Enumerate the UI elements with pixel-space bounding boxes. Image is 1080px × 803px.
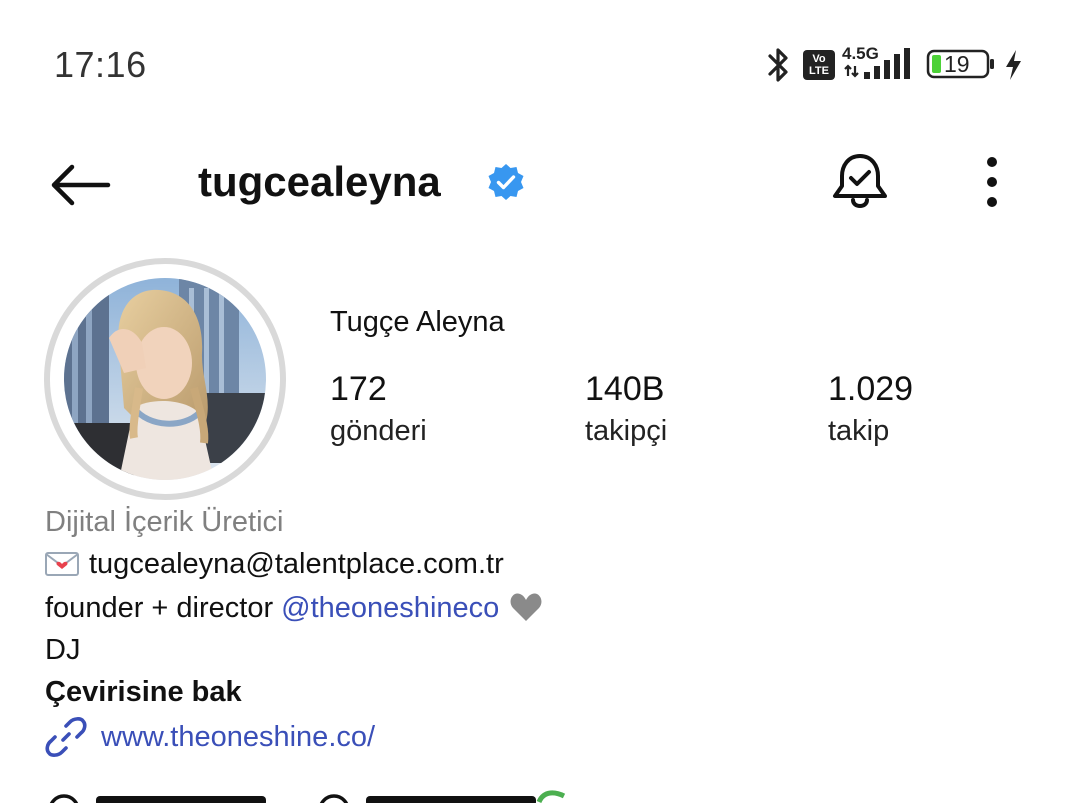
bio-email[interactable]: tugcealeyna@talentplace.com.tr — [89, 548, 504, 580]
love-letter-icon — [45, 552, 79, 576]
volte-icon: Vo LTE — [803, 50, 835, 80]
linked-accounts-row-cut — [44, 790, 644, 803]
profile-avatar[interactable] — [64, 278, 266, 480]
bluetooth-icon — [768, 48, 788, 82]
more-vertical-icon — [987, 157, 997, 207]
bio-founder-line: founder + director @theoneshineco — [45, 591, 543, 625]
bio-line-dj: DJ — [45, 634, 81, 666]
status-time: 17:16 — [54, 44, 147, 85]
website-link-row[interactable]: www.theoneshine.co/ — [45, 716, 375, 758]
see-translation-button[interactable]: Çevirisine bak — [45, 676, 242, 709]
bio-email-line: tugcealeyna@talentplace.com.tr — [45, 548, 504, 581]
stat-following-value: 1.029 — [828, 370, 914, 408]
profile-category: Dijital İçerik Üretici — [45, 506, 284, 538]
bio-founder-text: founder + director — [45, 592, 274, 624]
bio-mention-link[interactable]: @theoneshineco — [281, 592, 499, 624]
stat-posts[interactable]: 172 gönderi — [330, 370, 427, 448]
back-arrow-icon — [51, 164, 111, 206]
avatar-photo — [64, 278, 266, 480]
stat-following[interactable]: 1.029 takip — [828, 370, 913, 448]
battery-level: 19 — [944, 51, 970, 77]
bell-check-icon — [833, 154, 887, 208]
notifications-button[interactable] — [826, 148, 894, 216]
link-icon — [45, 717, 87, 757]
profile-display-name: Tugçe Aleyna — [330, 306, 505, 338]
more-options-button[interactable] — [968, 150, 1016, 214]
grey-heart-icon — [510, 593, 542, 621]
stat-following-label: takip — [828, 415, 890, 447]
profile-username: tugcealeyna — [198, 158, 441, 205]
stat-posts-value: 172 — [330, 370, 387, 408]
verified-badge-icon — [488, 164, 524, 200]
charging-icon — [1006, 50, 1021, 80]
stat-posts-label: gönderi — [330, 415, 427, 447]
signal-icon — [844, 48, 910, 79]
website-link[interactable]: www.theoneshine.co/ — [101, 721, 375, 754]
stat-followers[interactable]: 140B takipçi — [585, 370, 667, 448]
stat-followers-label: takipçi — [585, 415, 668, 447]
stat-followers-value: 140B — [585, 370, 665, 408]
threads-icon — [49, 790, 566, 803]
back-button[interactable] — [40, 150, 120, 220]
